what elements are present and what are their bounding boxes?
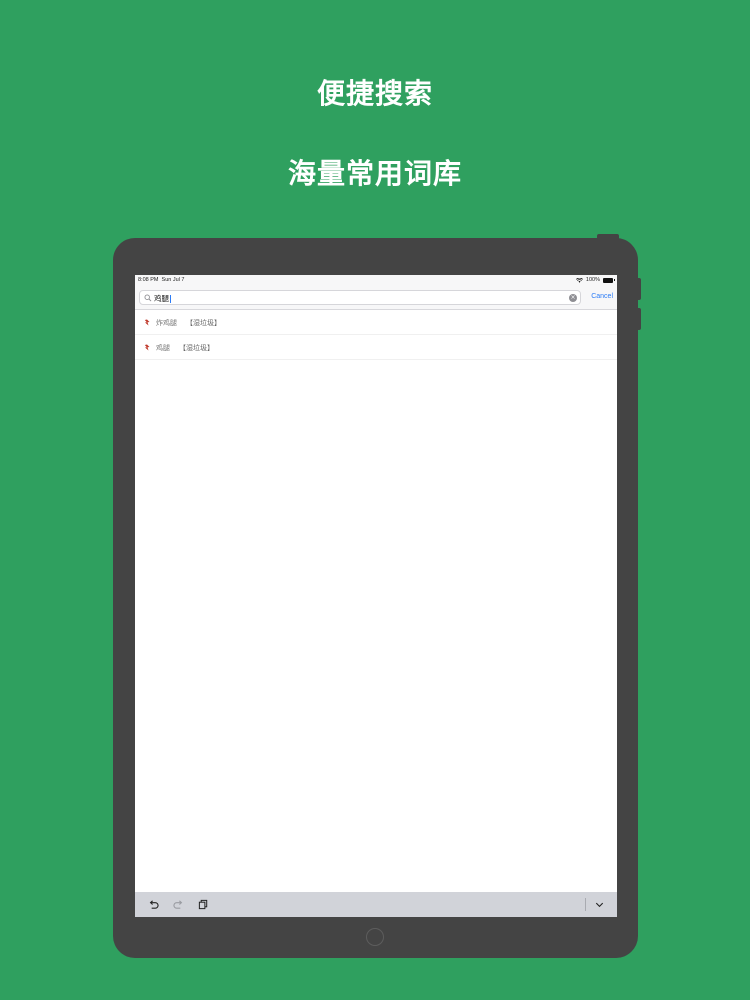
waste-category-icon	[144, 344, 150, 351]
battery-icon	[603, 277, 615, 283]
text-cursor	[170, 295, 171, 303]
battery-percent: 100%	[585, 277, 600, 283]
clear-search-icon[interactable]: ×	[569, 294, 577, 302]
keyboard-shortcut-bar	[135, 892, 617, 917]
result-row[interactable]: 鸡腿 【湿垃圾】	[135, 335, 617, 360]
search-results-list: 炸鸡腿 【湿垃圾】 鸡腿 【湿垃圾】	[135, 310, 617, 360]
result-item-name: 鸡腿	[156, 344, 170, 352]
status-time: 8:08 PM	[138, 277, 159, 283]
result-row[interactable]: 炸鸡腿 【湿垃圾】	[135, 310, 617, 335]
chevron-down-icon[interactable]	[594, 899, 605, 910]
undo-icon[interactable]	[148, 899, 159, 910]
search-query: 鸡腿	[154, 294, 169, 303]
status-bar: 8:08 PM Sun Jul 7 100%	[135, 275, 617, 286]
status-indicators: 100%	[575, 277, 615, 283]
cancel-button[interactable]: Cancel	[591, 293, 613, 300]
result-item-category: 【湿垃圾】	[179, 344, 214, 352]
wifi-icon	[575, 277, 583, 283]
result-item-category: 【湿垃圾】	[186, 319, 221, 327]
search-query-text: 鸡腿	[154, 293, 171, 304]
promo-headline-primary: 便捷搜索	[316, 77, 433, 110]
search-bar: 鸡腿 × Cancel	[135, 286, 617, 310]
promo-headline-secondary: 海量常用词库	[287, 157, 462, 190]
toolbar-divider	[585, 898, 586, 911]
paste-icon[interactable]	[198, 899, 209, 910]
redo-icon[interactable]	[173, 899, 184, 910]
status-date: Sun Jul 7	[161, 277, 185, 283]
search-input[interactable]: 鸡腿 ×	[139, 290, 581, 305]
waste-category-icon	[144, 319, 150, 326]
home-button[interactable]	[366, 928, 384, 946]
device-screen: 8:08 PM Sun Jul 7 100% 鸡腿 × Cancel 炸鸡腿 【…	[135, 275, 617, 917]
search-icon	[144, 294, 152, 302]
result-item-name: 炸鸡腿	[156, 319, 177, 327]
status-datetime: 8:08 PM Sun Jul 7	[138, 277, 184, 283]
